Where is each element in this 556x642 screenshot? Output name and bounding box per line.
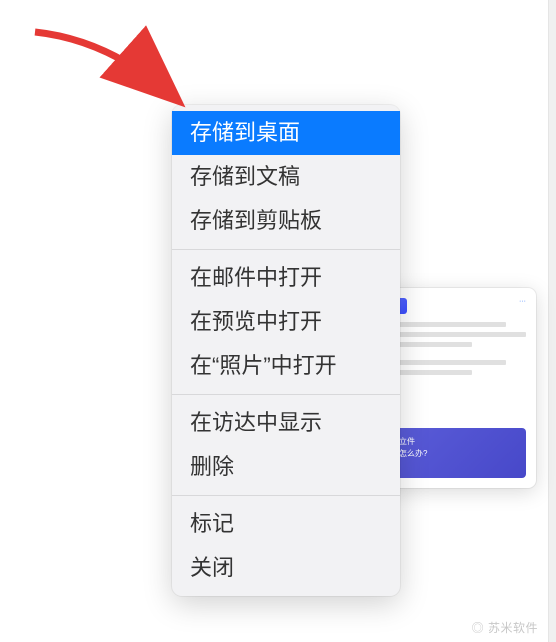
menu-item[interactable]: 在邮件中打开 (172, 256, 400, 300)
thumb-text-line (391, 342, 472, 347)
menu-divider (172, 249, 400, 250)
menu-divider (172, 394, 400, 395)
pointer-arrow-annotation (20, 20, 200, 110)
screenshot-preview-thumbnail[interactable]: ··· 立件 怎么办? (381, 288, 536, 488)
menu-item[interactable]: 在“照片”中打开 (172, 344, 400, 388)
thumb-header: ··· (391, 298, 526, 314)
thumb-banner-text-2: 怎么办? (399, 448, 518, 460)
menu-item[interactable]: 在预览中打开 (172, 300, 400, 344)
watermark-text: ◎ 苏米软件 (472, 619, 538, 636)
thumb-link: ··· (519, 298, 526, 305)
thumb-text-line (391, 360, 506, 365)
menu-item[interactable]: 存储到文稿 (172, 155, 400, 199)
menu-item[interactable]: 存储到桌面 (172, 111, 400, 155)
menu-item[interactable]: 关闭 (172, 546, 400, 590)
menu-item[interactable]: 存储到剪贴板 (172, 199, 400, 243)
thumb-text-line (391, 370, 472, 375)
thumb-banner: 立件 怎么办? (391, 428, 526, 478)
thumb-banner-text-1: 立件 (399, 436, 518, 448)
menu-item[interactable]: 在访达中显示 (172, 401, 400, 445)
thumb-text-line (391, 322, 506, 327)
scrollbar-track (548, 0, 556, 642)
screenshot-context-menu: 存储到桌面存储到文稿存储到剪贴板在邮件中打开在预览中打开在“照片”中打开在访达中… (172, 105, 400, 596)
thumb-text-line (391, 332, 526, 337)
menu-item[interactable]: 标记 (172, 502, 400, 546)
menu-item[interactable]: 删除 (172, 445, 400, 489)
menu-divider (172, 495, 400, 496)
